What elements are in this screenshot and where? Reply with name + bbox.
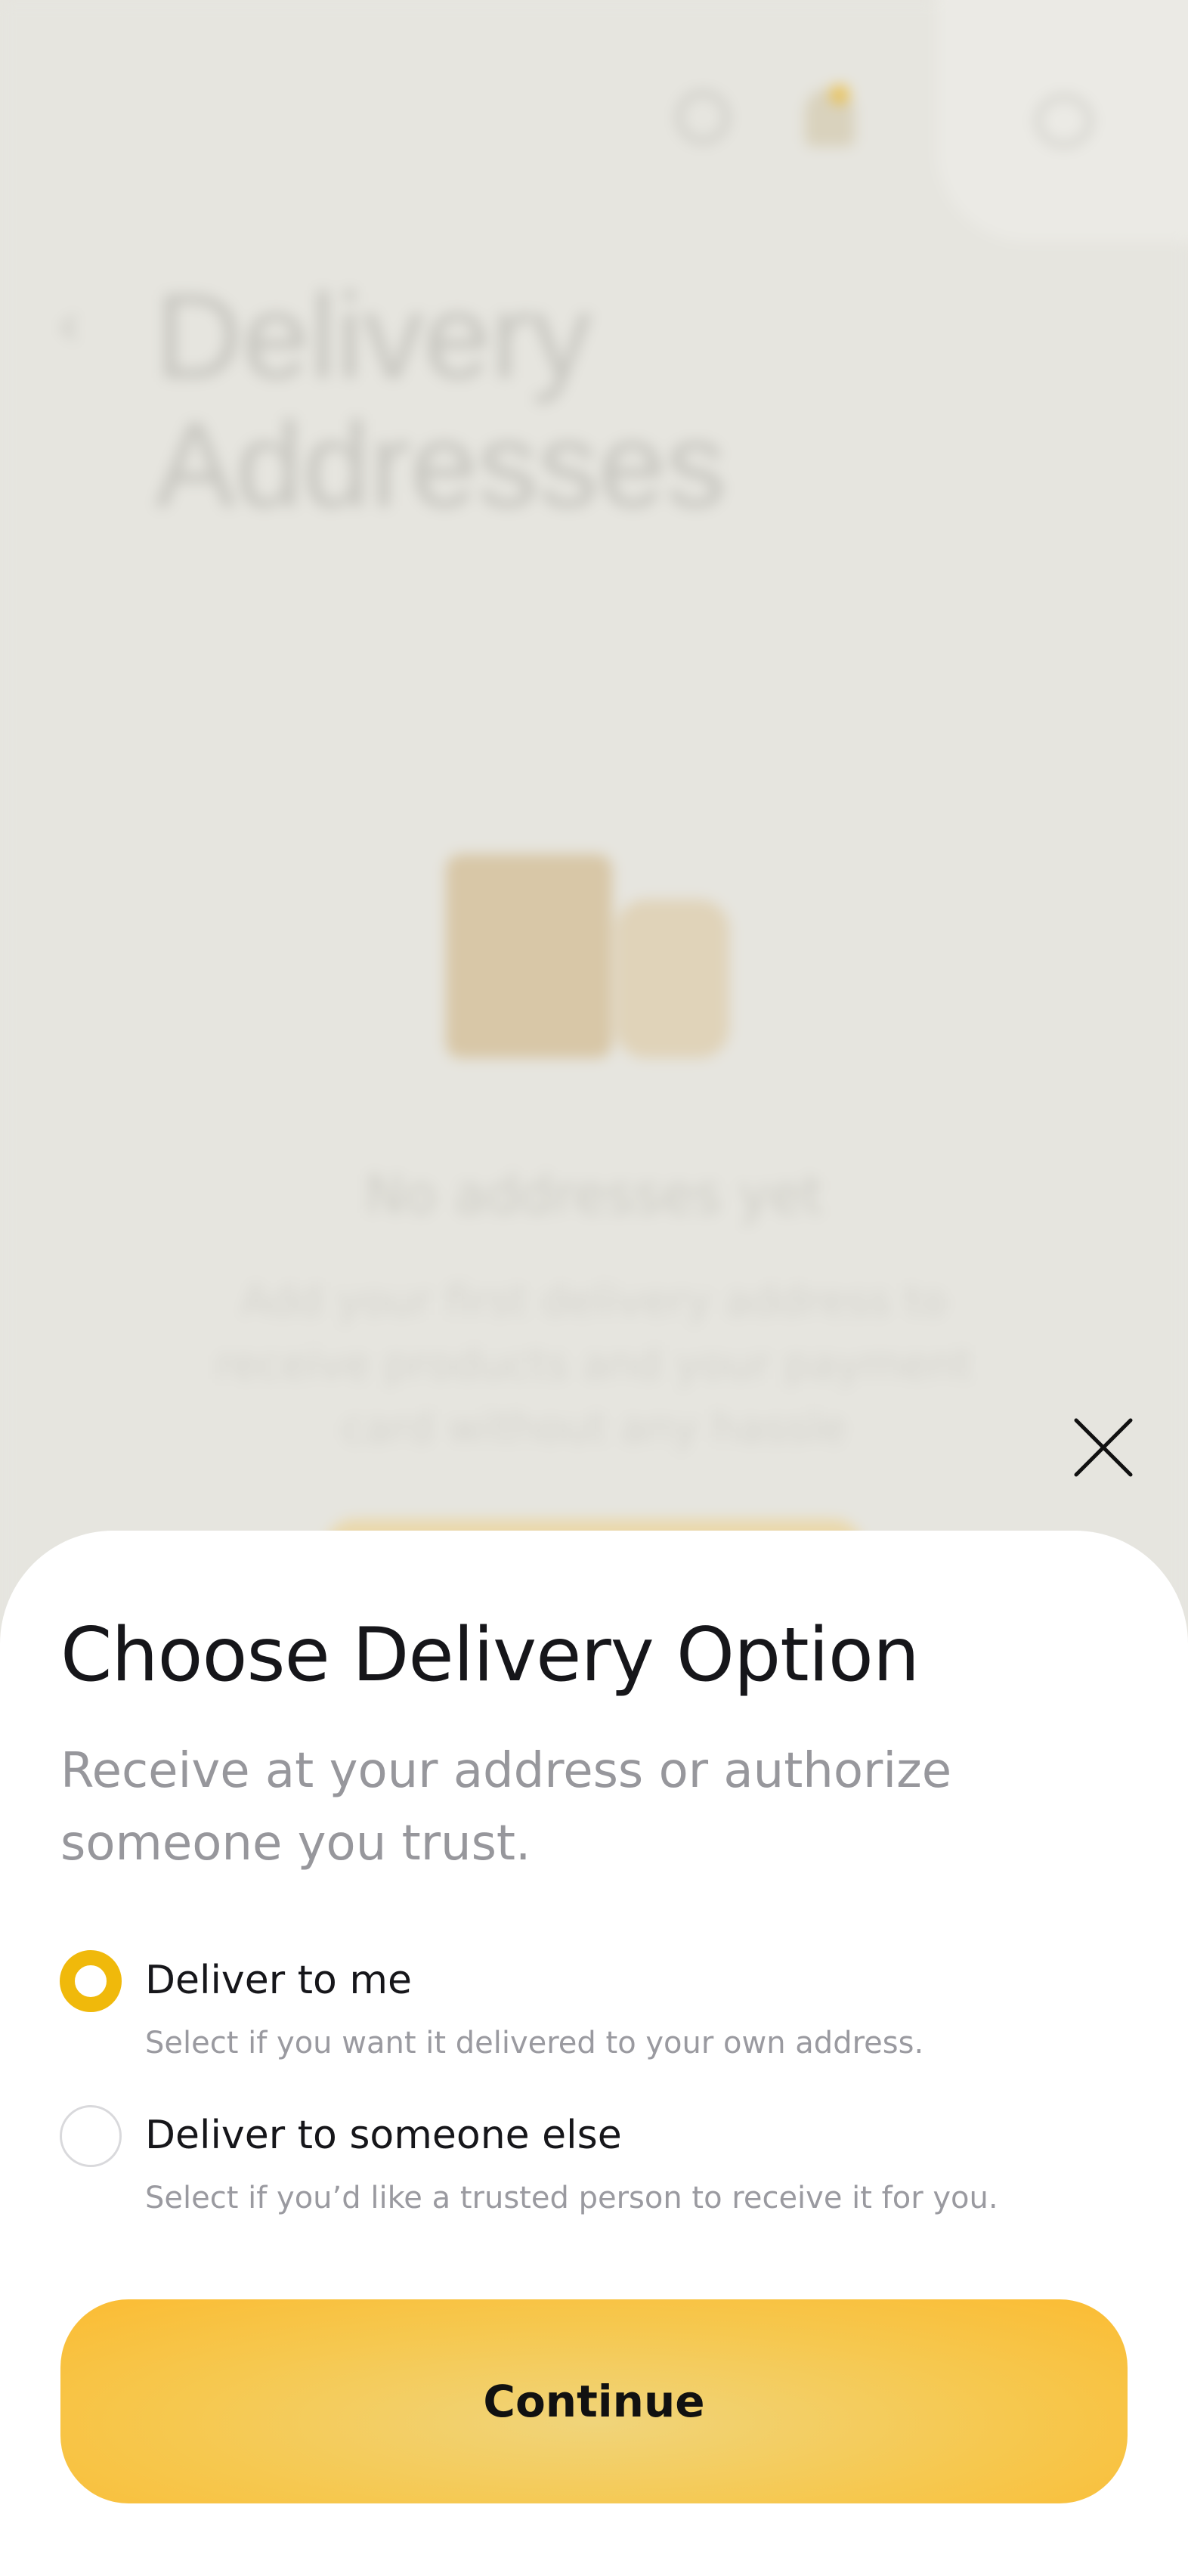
- empty-illustration-box: [446, 854, 612, 1058]
- option-label: Deliver to me: [145, 1958, 412, 2003]
- empty-illustration-card: [616, 899, 729, 1058]
- notification-dot: [830, 85, 849, 104]
- profile-icon: [1035, 94, 1093, 147]
- empty-state-heading: No addresses yet: [364, 1164, 824, 1226]
- option-description: Select if you’d like a trusted person to…: [145, 2181, 998, 2215]
- close-icon: [1074, 1418, 1133, 1477]
- radio-deliver-to-someone-else[interactable]: [60, 2105, 122, 2167]
- sheet-subtitle: Receive at your address or authorize som…: [60, 1743, 952, 1872]
- sheet-title: Choose Delivery Option: [60, 1612, 920, 1698]
- continue-label: Continue: [483, 2376, 705, 2427]
- option-description: Select if you want it delivered to your …: [145, 2026, 924, 2060]
- option-deliver-to-me[interactable]: Deliver to me Select if you want it deli…: [57, 1950, 1130, 2086]
- back-icon: ‹: [57, 289, 81, 360]
- option-label: Deliver to someone else: [145, 2113, 622, 2158]
- background-header: [0, 0, 1188, 249]
- search-icon: [676, 91, 729, 144]
- background-title: Delivery Addresses: [155, 268, 726, 532]
- option-deliver-to-someone-else[interactable]: Deliver to someone else Select if you’d …: [57, 2105, 1130, 2241]
- radio-deliver-to-me[interactable]: [60, 1950, 122, 2012]
- empty-state-text: Add your first delivery address to recei…: [215, 1277, 973, 1453]
- close-button[interactable]: [1066, 1410, 1141, 1485]
- continue-button[interactable]: Continue: [60, 2299, 1128, 2503]
